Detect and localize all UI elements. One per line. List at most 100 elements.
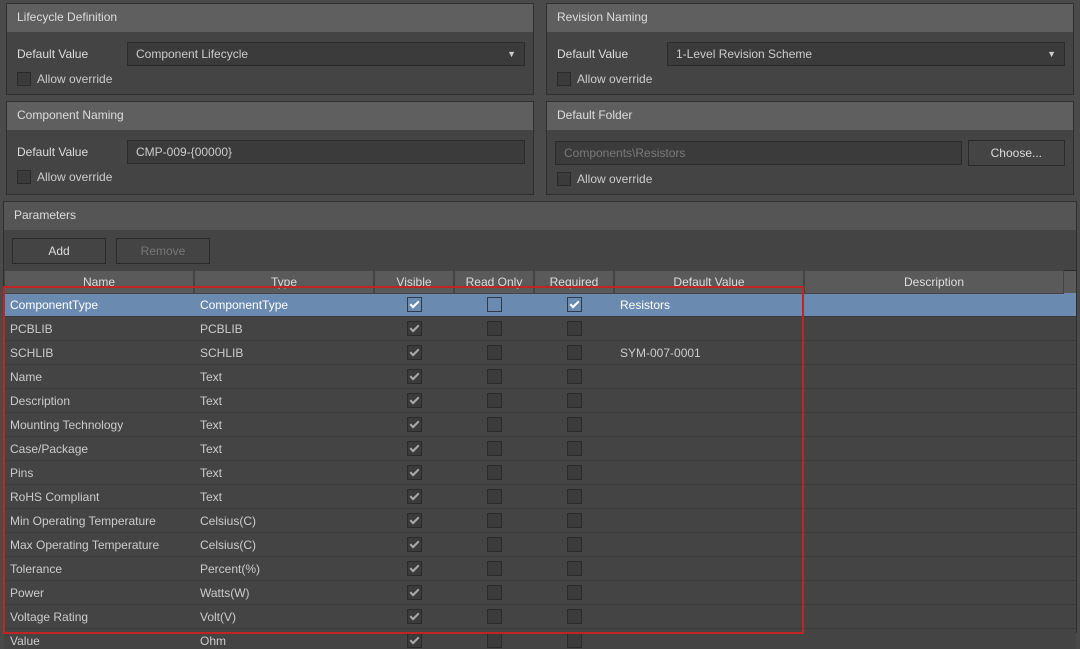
table-row[interactable]: DescriptionText xyxy=(4,389,1076,413)
readonly-checkbox[interactable] xyxy=(487,393,502,408)
readonly-checkbox[interactable] xyxy=(487,537,502,552)
readonly-checkbox[interactable] xyxy=(487,585,502,600)
cell-type: Ohm xyxy=(194,629,374,649)
table-row[interactable]: Case/PackageText xyxy=(4,437,1076,461)
table-row[interactable]: ComponentTypeComponentTypeResistors xyxy=(4,293,1076,317)
visible-checkbox[interactable] xyxy=(407,585,422,600)
cell-type: SCHLIB xyxy=(194,341,374,364)
table-row[interactable]: PowerWatts(W) xyxy=(4,581,1076,605)
visible-checkbox[interactable] xyxy=(407,489,422,504)
lifecycle-dropdown[interactable]: Component Lifecycle ▼ xyxy=(127,42,525,66)
cell-default: SYM-007-0001 xyxy=(614,341,804,364)
required-checkbox[interactable] xyxy=(567,369,582,384)
remove-button[interactable]: Remove xyxy=(116,238,210,264)
visible-checkbox[interactable] xyxy=(407,393,422,408)
cell-type: Text xyxy=(194,437,374,460)
required-checkbox[interactable] xyxy=(567,585,582,600)
default-folder-input[interactable]: Components\Resistors xyxy=(555,141,962,165)
revision-override-checkbox[interactable] xyxy=(557,72,571,86)
required-checkbox[interactable] xyxy=(567,465,582,480)
table-row[interactable]: PinsText xyxy=(4,461,1076,485)
required-checkbox[interactable] xyxy=(567,297,582,312)
component-naming-override-checkbox[interactable] xyxy=(17,170,31,184)
visible-checkbox[interactable] xyxy=(407,369,422,384)
cell-description xyxy=(804,293,1064,316)
table-row[interactable]: ValueOhm xyxy=(4,629,1076,649)
col-header[interactable]: Type xyxy=(194,270,374,294)
cell-name: Case/Package xyxy=(4,437,194,460)
readonly-checkbox[interactable] xyxy=(487,369,502,384)
visible-checkbox[interactable] xyxy=(407,633,422,648)
cell-type: Percent(%) xyxy=(194,557,374,580)
table-row[interactable]: RoHS CompliantText xyxy=(4,485,1076,509)
parameters-header: Parameters xyxy=(4,202,1076,230)
readonly-checkbox[interactable] xyxy=(487,441,502,456)
readonly-checkbox[interactable] xyxy=(487,561,502,576)
readonly-checkbox[interactable] xyxy=(487,513,502,528)
readonly-checkbox[interactable] xyxy=(487,297,502,312)
cell-name: Value xyxy=(4,629,194,649)
visible-checkbox[interactable] xyxy=(407,513,422,528)
table-row[interactable]: PCBLIBPCBLIB xyxy=(4,317,1076,341)
col-header[interactable]: Name xyxy=(4,270,194,294)
required-checkbox[interactable] xyxy=(567,609,582,624)
revision-dropdown[interactable]: 1-Level Revision Scheme ▼ xyxy=(667,42,1065,66)
col-header[interactable]: Required xyxy=(534,270,614,294)
visible-checkbox[interactable] xyxy=(407,609,422,624)
visible-checkbox[interactable] xyxy=(407,465,422,480)
required-checkbox[interactable] xyxy=(567,489,582,504)
component-naming-input[interactable]: CMP-009-{00000} xyxy=(127,140,525,164)
cell-name: Mounting Technology xyxy=(4,413,194,436)
col-header[interactable]: Read Only xyxy=(454,270,534,294)
cell-type: ComponentType xyxy=(194,293,374,316)
readonly-checkbox[interactable] xyxy=(487,633,502,648)
visible-checkbox[interactable] xyxy=(407,345,422,360)
cell-name: PCBLIB xyxy=(4,317,194,340)
choose-button[interactable]: Choose... xyxy=(968,140,1065,166)
required-checkbox[interactable] xyxy=(567,321,582,336)
col-header[interactable]: Description xyxy=(804,270,1064,294)
table-row[interactable]: Max Operating TemperatureCelsius(C) xyxy=(4,533,1076,557)
component-naming-header: Component Naming xyxy=(7,102,533,130)
table-row[interactable]: Voltage RatingVolt(V) xyxy=(4,605,1076,629)
table-row[interactable]: TolerancePercent(%) xyxy=(4,557,1076,581)
readonly-checkbox[interactable] xyxy=(487,345,502,360)
cell-name: Tolerance xyxy=(4,557,194,580)
cell-description xyxy=(804,605,1064,628)
table-row[interactable]: NameText xyxy=(4,365,1076,389)
readonly-checkbox[interactable] xyxy=(487,465,502,480)
required-checkbox[interactable] xyxy=(567,417,582,432)
table-row[interactable]: Min Operating TemperatureCelsius(C) xyxy=(4,509,1076,533)
visible-checkbox[interactable] xyxy=(407,537,422,552)
readonly-checkbox[interactable] xyxy=(487,321,502,336)
visible-checkbox[interactable] xyxy=(407,561,422,576)
revision-override-label: Allow override xyxy=(577,72,652,86)
table-row[interactable]: Mounting TechnologyText xyxy=(4,413,1076,437)
required-checkbox[interactable] xyxy=(567,561,582,576)
required-checkbox[interactable] xyxy=(567,513,582,528)
required-checkbox[interactable] xyxy=(567,633,582,648)
parameters-grid: NameTypeVisibleRead OnlyRequiredDefault … xyxy=(4,270,1076,649)
cell-default xyxy=(614,533,804,556)
required-checkbox[interactable] xyxy=(567,441,582,456)
cell-type: Volt(V) xyxy=(194,605,374,628)
visible-checkbox[interactable] xyxy=(407,321,422,336)
grid-header: NameTypeVisibleRead OnlyRequiredDefault … xyxy=(4,271,1076,293)
cell-type: Text xyxy=(194,461,374,484)
required-checkbox[interactable] xyxy=(567,537,582,552)
default-folder-override-checkbox[interactable] xyxy=(557,172,571,186)
required-checkbox[interactable] xyxy=(567,393,582,408)
cell-description xyxy=(804,461,1064,484)
visible-checkbox[interactable] xyxy=(407,297,422,312)
col-header[interactable]: Visible xyxy=(374,270,454,294)
table-row[interactable]: SCHLIBSCHLIBSYM-007-0001 xyxy=(4,341,1076,365)
col-header[interactable]: Default Value xyxy=(614,270,804,294)
readonly-checkbox[interactable] xyxy=(487,609,502,624)
visible-checkbox[interactable] xyxy=(407,441,422,456)
readonly-checkbox[interactable] xyxy=(487,489,502,504)
visible-checkbox[interactable] xyxy=(407,417,422,432)
required-checkbox[interactable] xyxy=(567,345,582,360)
add-button[interactable]: Add xyxy=(12,238,106,264)
readonly-checkbox[interactable] xyxy=(487,417,502,432)
lifecycle-override-checkbox[interactable] xyxy=(17,72,31,86)
